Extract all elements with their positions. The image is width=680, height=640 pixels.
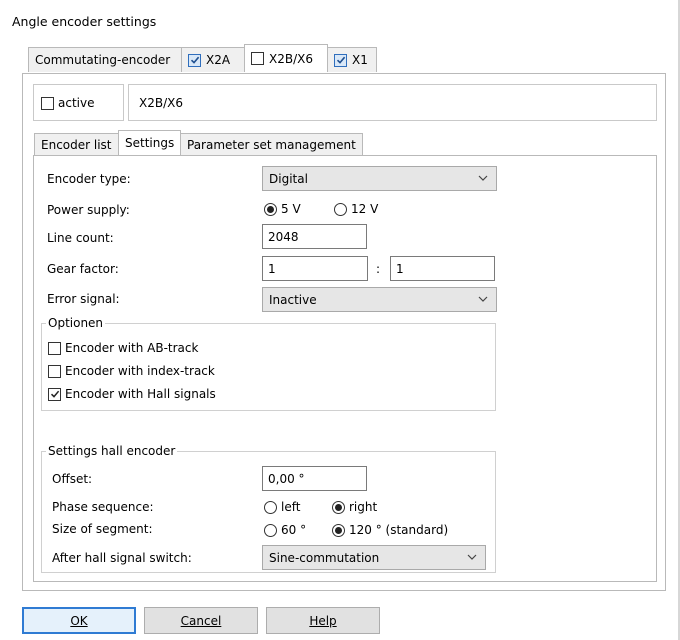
tab-label: X2A xyxy=(206,53,231,67)
after-switch-value: Sine-commutation xyxy=(269,550,380,565)
gear-factor-label: Gear factor: xyxy=(47,262,119,276)
tab-settings[interactable]: Settings xyxy=(118,130,181,155)
radio-label: 5 V xyxy=(281,202,301,216)
check-icon xyxy=(336,56,345,64)
active-box: active xyxy=(33,84,124,121)
after-switch-label: After hall signal switch: xyxy=(52,551,192,565)
error-signal-label: Error signal: xyxy=(47,292,120,306)
hall-signals-checkbox-row[interactable]: Encoder with Hall signals xyxy=(48,387,216,401)
radio-label: left xyxy=(281,500,301,514)
offset-input[interactable]: 0,00 ° xyxy=(262,466,367,491)
index-track-checkbox-row[interactable]: Encoder with index-track xyxy=(48,364,215,378)
tab-label: X2B/X6 xyxy=(269,51,313,66)
radio-label: right xyxy=(349,500,378,514)
checkbox-label: Encoder with index-track xyxy=(65,364,215,378)
gear-factor-denominator-input[interactable]: 1 xyxy=(390,256,495,281)
tab-label: Parameter set management xyxy=(187,137,356,152)
radio-label: 120 ° (standard) xyxy=(349,523,449,537)
hall-group-title: Settings hall encoder xyxy=(46,444,178,458)
channel-name: X2B/X6 xyxy=(139,96,183,110)
window-title: Angle encoder settings xyxy=(12,14,157,29)
power-12v-radio[interactable]: 12 V xyxy=(334,202,378,216)
after-switch-select[interactable]: Sine-commutation xyxy=(262,545,486,570)
error-signal-select[interactable]: Inactive xyxy=(262,287,497,312)
phase-right-radio[interactable]: right xyxy=(332,500,377,514)
power-5v-radio[interactable]: 5 V xyxy=(264,202,301,216)
ab-track-checkbox-row[interactable]: Encoder with AB-track xyxy=(48,341,198,355)
cancel-button-label: Cancel xyxy=(180,613,222,628)
cancel-button[interactable]: Cancel xyxy=(144,607,258,634)
encoder-type-label: Encoder type: xyxy=(47,172,131,186)
gear-factor-numerator-input[interactable]: 1 xyxy=(262,256,368,281)
tab-encoder-list[interactable]: Encoder list xyxy=(34,133,119,155)
tab-label: X1 xyxy=(352,53,368,67)
checkbox-label: Encoder with Hall signals xyxy=(65,387,216,401)
options-group-title: Optionen xyxy=(46,316,106,330)
line-count-label: Line count: xyxy=(47,231,114,245)
title-bar: Angle encoder settings xyxy=(0,0,680,46)
tab-commutating-encoder[interactable]: Commutating-encoder xyxy=(28,47,182,72)
chevron-down-icon xyxy=(478,296,488,302)
error-signal-value: Inactive xyxy=(269,292,317,307)
check-icon xyxy=(50,390,59,398)
active-checkbox[interactable] xyxy=(41,96,54,110)
active-label: active xyxy=(58,96,95,110)
gear-denominator-value: 1 xyxy=(396,261,404,276)
tab-label: Settings xyxy=(125,136,175,150)
line-count-input[interactable]: 2048 xyxy=(262,224,367,249)
encoder-type-value: Digital xyxy=(269,171,308,186)
tab-parameter-set-management[interactable]: Parameter set management xyxy=(180,133,363,155)
line-count-value: 2048 xyxy=(268,229,299,244)
hall-signals-checkbox[interactable] xyxy=(48,387,61,401)
checkbox-label: Encoder with AB-track xyxy=(65,341,199,355)
help-button[interactable]: Help xyxy=(266,607,380,634)
tab-x1[interactable]: X1 xyxy=(327,47,377,72)
chevron-down-icon xyxy=(467,554,477,560)
tab-label: Commutating-encoder xyxy=(35,53,171,67)
phase-sequence-label: Phase sequence: xyxy=(52,500,154,514)
check-icon xyxy=(190,56,199,64)
tab-x2b-x6-checkbox[interactable] xyxy=(251,52,264,65)
channel-name-box: X2B/X6 xyxy=(128,84,657,121)
gear-numerator-value: 1 xyxy=(268,261,276,276)
encoder-type-select[interactable]: Digital xyxy=(262,166,497,191)
ab-track-checkbox[interactable] xyxy=(48,341,61,355)
tab-x1-checkbox[interactable] xyxy=(334,53,347,67)
segment-120-radio[interactable]: 120 ° (standard) xyxy=(332,523,448,537)
ok-button[interactable]: OK xyxy=(22,607,136,634)
phase-left-radio[interactable]: left xyxy=(264,500,300,514)
segment-size-label: Size of segment: xyxy=(52,522,153,536)
radio-label: 12 V xyxy=(351,202,379,216)
ok-button-label: OK xyxy=(70,613,88,628)
chevron-down-icon xyxy=(478,175,488,181)
help-button-label: Help xyxy=(309,613,337,628)
active-checkbox-row[interactable]: active xyxy=(41,96,94,110)
segment-60-radio[interactable]: 60 ° xyxy=(264,523,306,537)
index-track-checkbox[interactable] xyxy=(48,364,61,378)
gear-separator: : xyxy=(376,262,381,276)
tab-x2b-x6[interactable]: X2B/X6 xyxy=(244,44,328,72)
offset-value: 0,00 ° xyxy=(268,471,305,486)
tab-x2a-checkbox[interactable] xyxy=(188,53,201,67)
tab-x2a[interactable]: X2A xyxy=(181,47,245,72)
radio-label: 60 ° xyxy=(281,523,307,537)
tab-label: Encoder list xyxy=(41,137,112,152)
power-supply-label: Power supply: xyxy=(47,203,130,217)
offset-label: Offset: xyxy=(52,472,93,486)
